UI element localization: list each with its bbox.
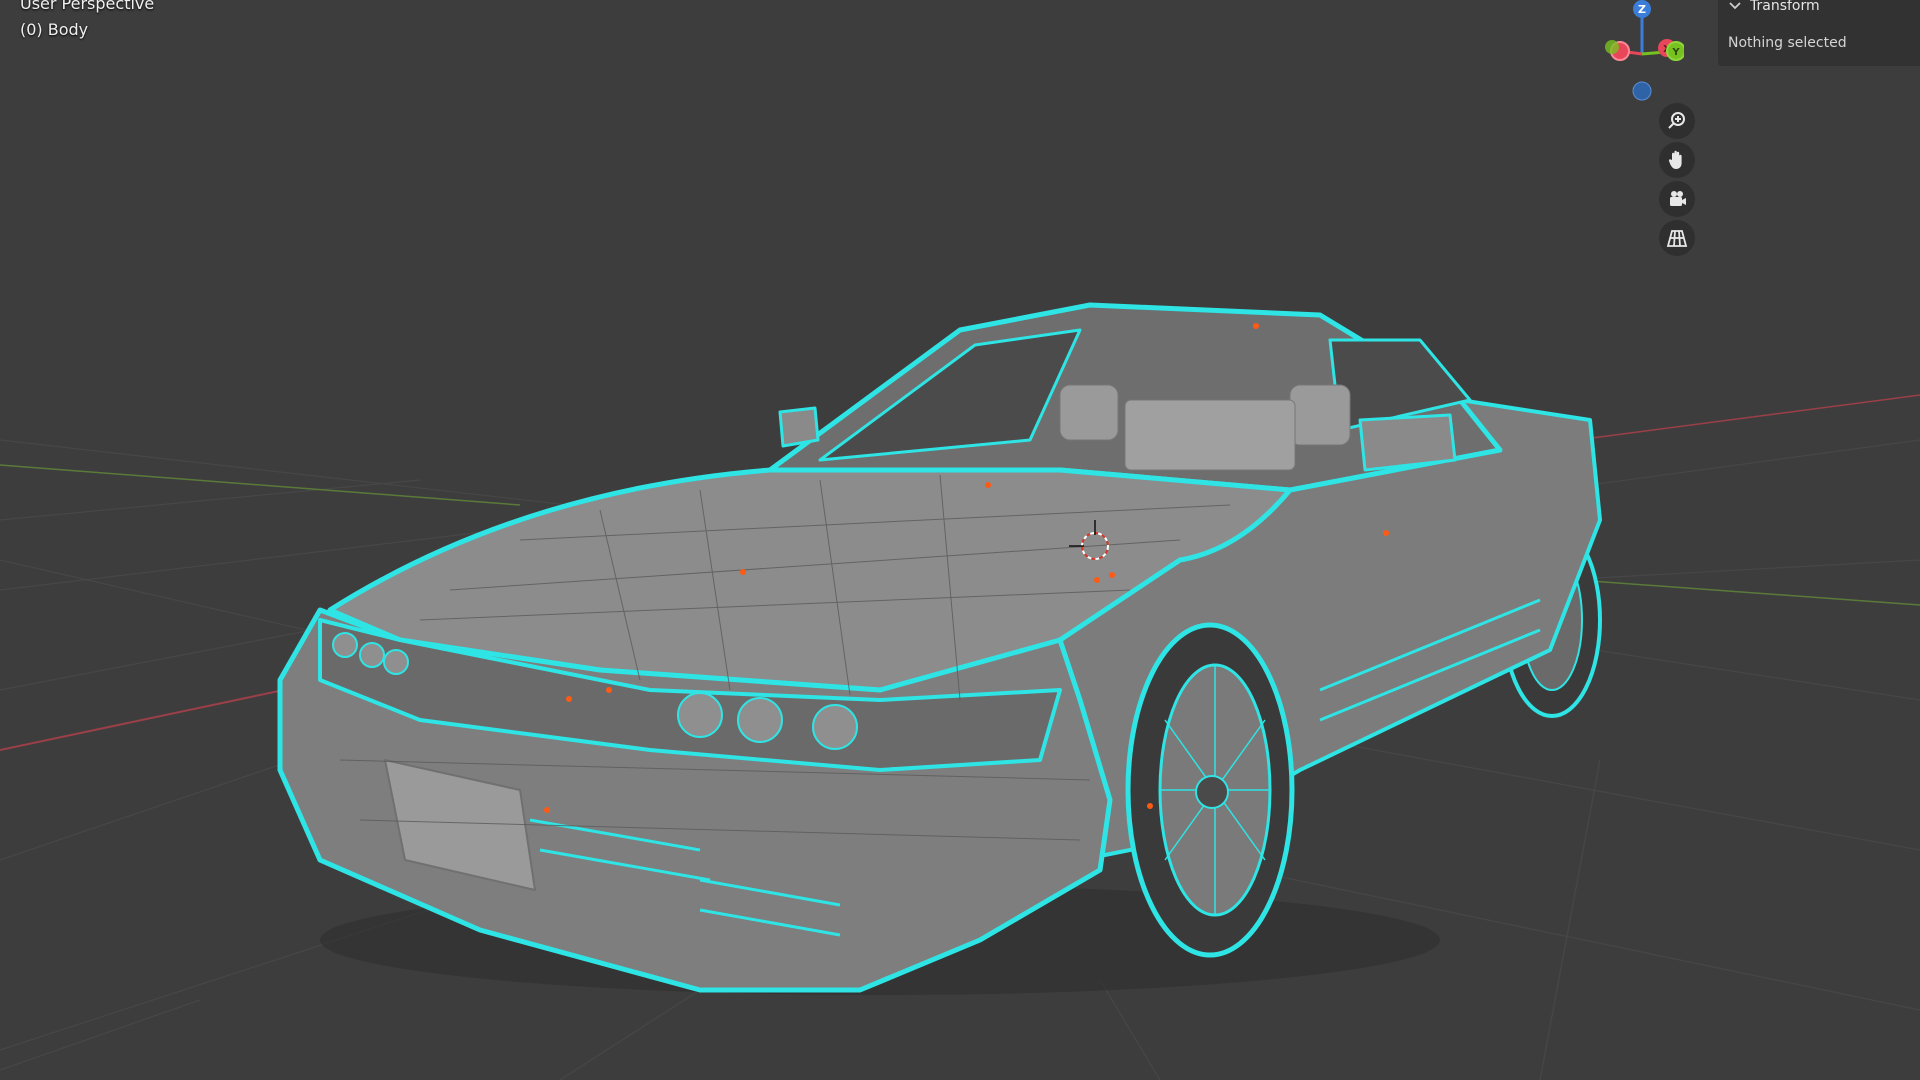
gizmo-neg-y-axis[interactable] — [1605, 40, 1619, 54]
car-mesh[interactable] — [277, 302, 1602, 995]
pan-button[interactable] — [1659, 142, 1695, 178]
gizmo-z-label: Z — [1638, 3, 1646, 16]
grid-icon — [1666, 230, 1688, 247]
zoom-icon — [1668, 112, 1685, 129]
viewport-canvas[interactable] — [0, 0, 1920, 1080]
selection-status: Nothing selected — [1728, 35, 1847, 51]
view-name-label: User Perspective — [20, 0, 155, 13]
y-axis-line — [0, 464, 521, 506]
chevron-down-icon — [1729, 2, 1741, 10]
camera-icon — [1670, 191, 1686, 206]
transform-panel-header[interactable]: Transform — [1728, 0, 1820, 14]
pan-hand-icon — [1668, 150, 1682, 169]
gizmo-neg-z-axis[interactable] — [1632, 81, 1652, 101]
ortho-toggle-button[interactable] — [1659, 220, 1695, 256]
navigation-gizmo[interactable]: Z X Y — [1592, 0, 1684, 110]
gizmo-y-label: Y — [1671, 47, 1680, 58]
sidebar-panel: Transform Nothing selected — [1718, 0, 1920, 66]
camera-view-button[interactable] — [1659, 181, 1695, 217]
active-object-label: (0) Body — [20, 20, 89, 39]
panel-title: Transform — [1750, 0, 1820, 14]
3d-viewport[interactable]: User Perspective (0) Body Z X Y — [0, 0, 1920, 1080]
zoom-button[interactable] — [1659, 103, 1695, 139]
